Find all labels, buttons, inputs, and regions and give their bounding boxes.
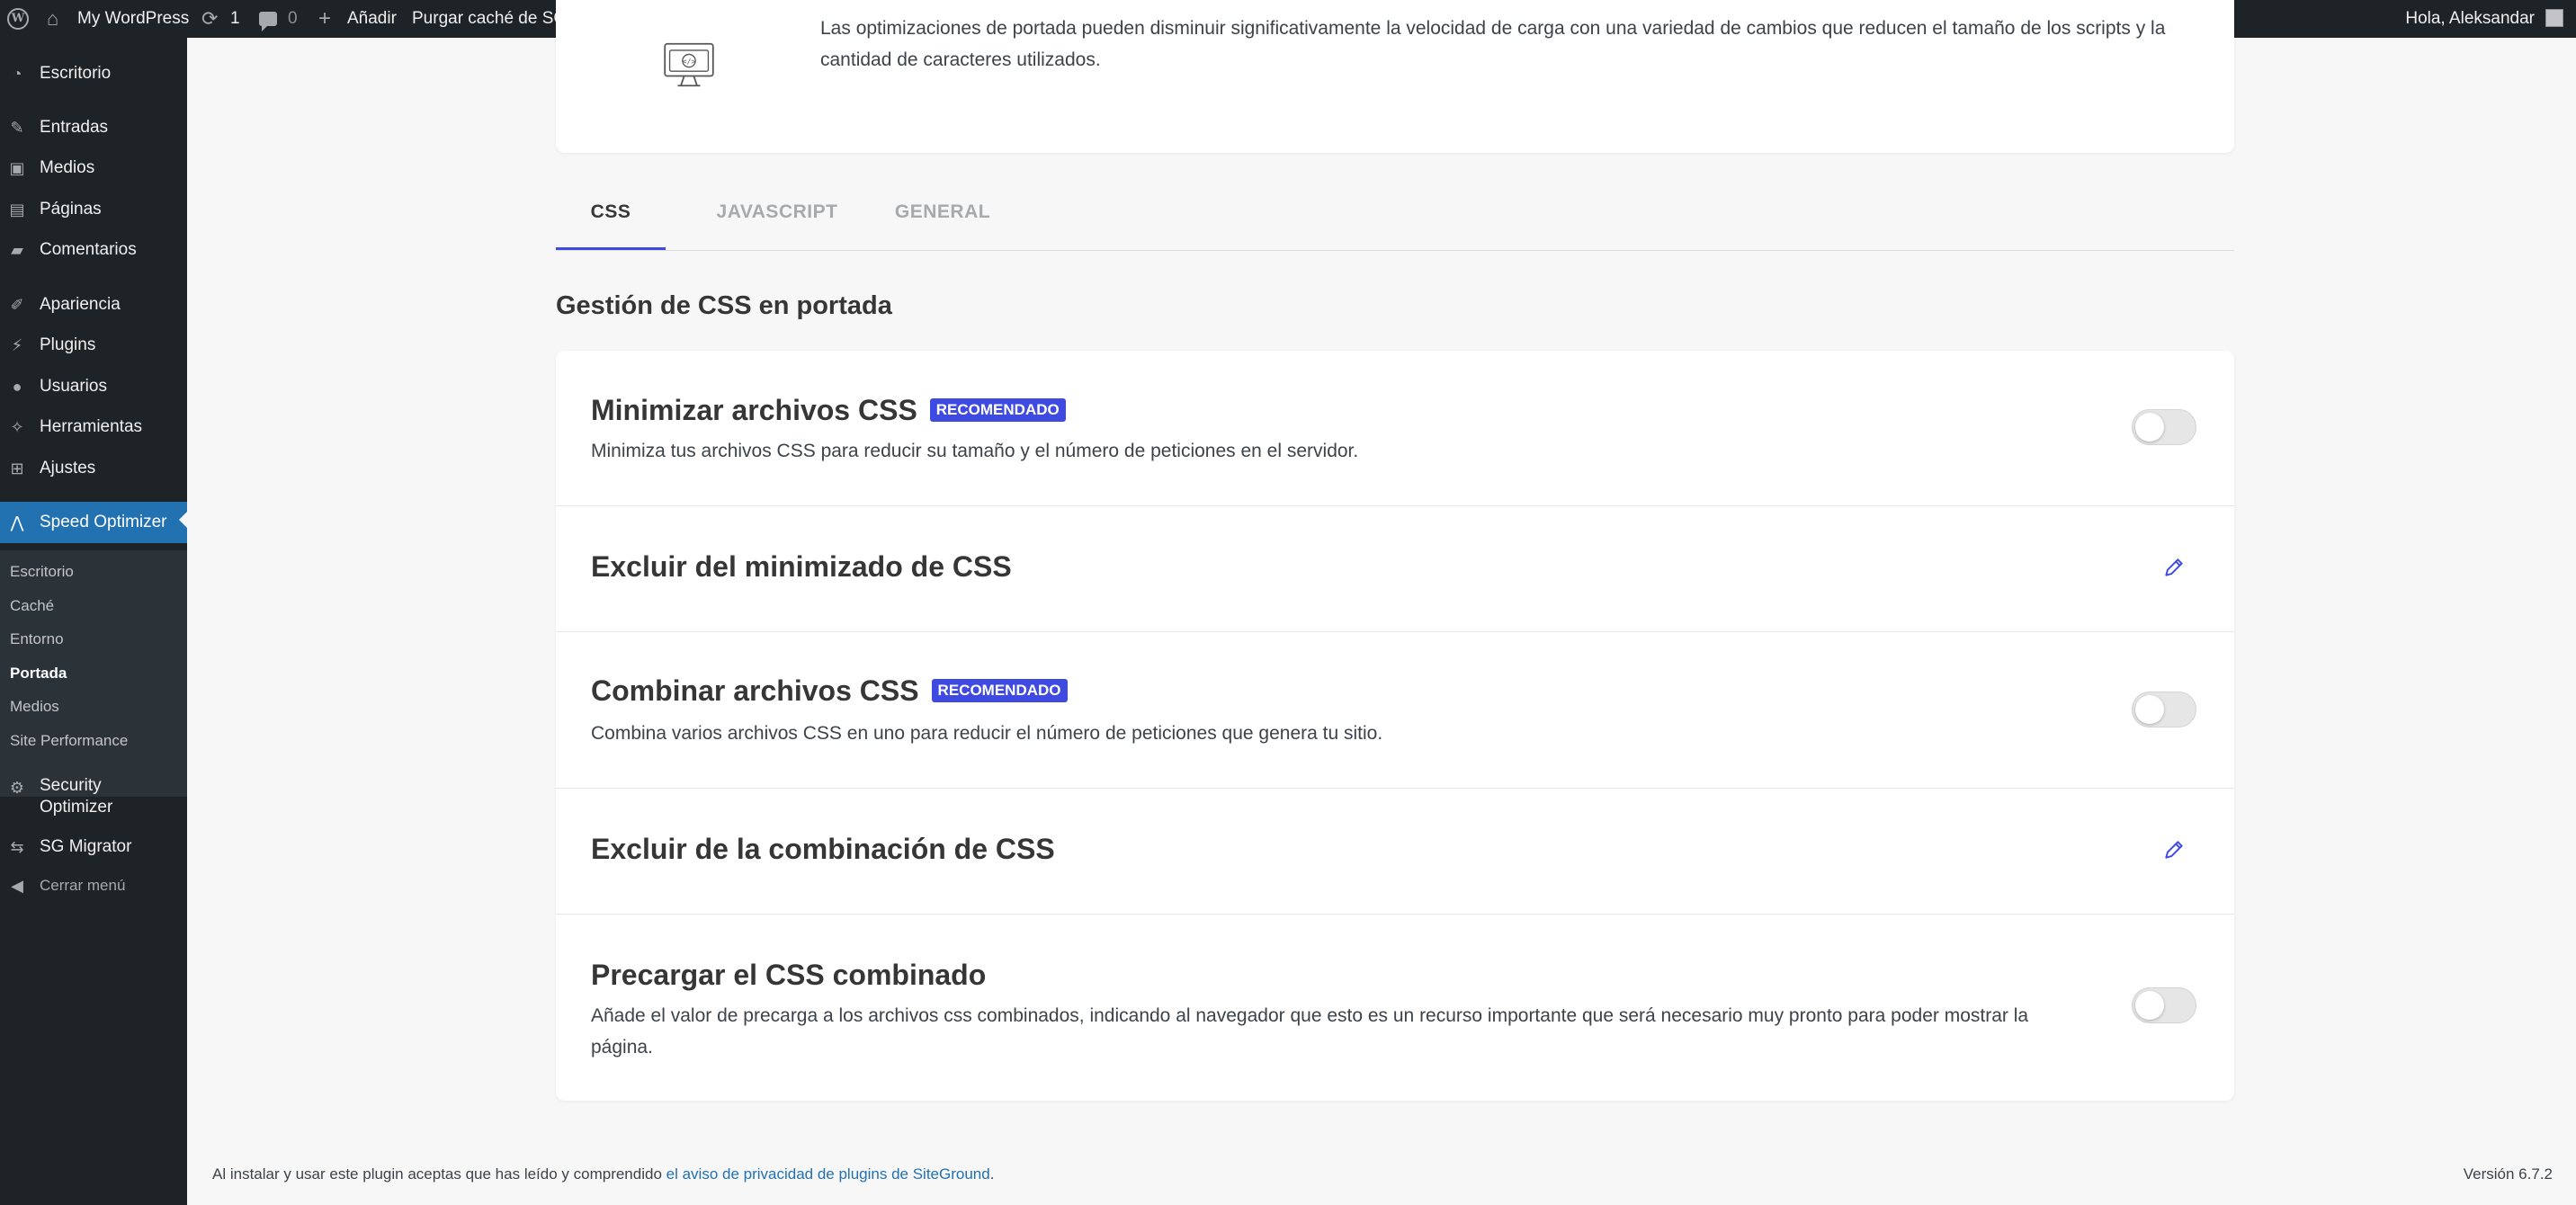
speed-optimizer-icon: ⋀ xyxy=(10,513,24,531)
setting-description: Añade el valor de precarga a los archivo… xyxy=(591,1005,2029,1058)
sidebar-item-usuarios[interactable]: ● Usuarios xyxy=(0,369,187,405)
sidebar-item-apariencia[interactable]: ✐ Apariencia xyxy=(0,287,187,323)
home-icon[interactable]: ⌂ xyxy=(47,0,58,38)
recommended-badge: RECOMENDADO xyxy=(931,678,1068,702)
version-label: Versión 6.7.2 xyxy=(2463,1165,2553,1183)
plus-icon[interactable]: + xyxy=(318,0,331,38)
section-title: Gestión de CSS en portada xyxy=(556,291,892,320)
setting-description: Minimiza tus archivos CSS para reducir s… xyxy=(591,441,1359,461)
combine-css-toggle[interactable] xyxy=(2132,692,2196,727)
dashboard-icon: ◔ xyxy=(12,65,22,83)
footer-text: Al instalar y usar este plugin aceptas q… xyxy=(212,1165,994,1183)
comments-icon[interactable] xyxy=(259,12,277,31)
sidebar-collapse-menu[interactable]: ◀ Cerrar menú xyxy=(0,868,187,904)
setting-row-exclude-minify: Excluir del minimizado de CSS xyxy=(556,505,2234,632)
submenu-item-site-performance[interactable]: Site Performance xyxy=(10,727,128,755)
tab-bar: CSS JAVASCRIPT GENERAL xyxy=(556,183,2234,251)
pencil-icon[interactable] xyxy=(2162,556,2186,579)
settings-icon: ⊞ xyxy=(10,460,24,478)
setting-title: Precargar el CSS combinado xyxy=(591,959,987,991)
setting-row-exclude-combine: Excluir de la combinación de CSS xyxy=(556,788,2234,915)
sidebar-item-comentarios[interactable]: ▰ Comentarios xyxy=(0,232,187,268)
setting-row-combine-css: Combinar archivos CSS RECOMENDADO Combina… xyxy=(556,631,2234,789)
pencil-icon[interactable] xyxy=(2162,838,2186,861)
speed-optimizer-submenu: Escritorio Caché Entorno Portada Medios … xyxy=(0,550,187,797)
new-content-link[interactable]: Añadir xyxy=(347,0,397,38)
pin-icon: ✎ xyxy=(10,119,24,137)
recommended-badge: RECOMENDADO xyxy=(929,397,1066,422)
sidebar-item-speed-optimizer[interactable]: ⋀ Speed Optimizer xyxy=(0,502,187,543)
sidebar-item-label: SG Migrator xyxy=(40,837,132,856)
plugin-icon: ⚡ xyxy=(11,336,23,354)
brush-icon: ✐ xyxy=(10,296,24,314)
setting-title: Excluir de la combinación de CSS xyxy=(591,833,1055,865)
sidebar-item-security-optimizer[interactable]: ⚙ Security Optimizer xyxy=(0,770,187,820)
sidebar-item-label: Páginas xyxy=(40,200,102,219)
user-icon: ● xyxy=(12,378,22,396)
minify-css-toggle[interactable] xyxy=(2132,409,2196,445)
sidebar-item-label: Comentarios xyxy=(40,240,137,259)
sidebar-item-label: Medios xyxy=(40,158,95,177)
site-name-link[interactable]: My WordPress xyxy=(77,0,189,38)
intro-description: Las optimizaciones de portada pueden dis… xyxy=(820,18,2166,70)
migrator-icon: ⇆ xyxy=(10,838,24,856)
purge-cache-link[interactable]: Purgar caché de SG xyxy=(412,0,567,38)
code-monitor-icon: </> xyxy=(664,42,714,87)
setting-title: Combinar archivos CSS RECOMENDADO xyxy=(591,674,1068,708)
submenu-item-escritorio[interactable]: Escritorio xyxy=(10,558,74,586)
css-settings-card: Minimizar archivos CSS RECOMENDADO Minimi… xyxy=(556,351,2234,1101)
sidebar-item-sg-migrator[interactable]: ⇆ SG Migrator xyxy=(0,829,187,865)
tab-css[interactable]: CSS xyxy=(556,183,666,250)
sidebar-item-escritorio[interactable]: ◔ Escritorio xyxy=(0,56,187,92)
sidebar-item-label: Plugins xyxy=(40,335,96,354)
sidebar-item-ajustes[interactable]: ⊞ Ajustes xyxy=(0,451,187,486)
updates-icon[interactable]: ⟳ xyxy=(201,0,218,38)
wrench-icon: ✧ xyxy=(10,418,24,436)
sidebar-item-herramientas[interactable]: ✧ Herramientas xyxy=(0,409,187,445)
submenu-item-medios[interactable]: Medios xyxy=(10,692,59,721)
comments-count[interactable]: 0 xyxy=(288,0,298,38)
setting-title: Excluir del minimizado de CSS xyxy=(591,550,1012,583)
security-icon: ⚙ xyxy=(9,779,25,797)
sidebar-item-paginas[interactable]: ▤ Páginas xyxy=(0,192,187,228)
setting-description: Combina varios archivos CSS en uno para … xyxy=(591,723,1383,744)
svg-text:</>: </> xyxy=(683,58,696,66)
footer-notice: Al instalar y usar este plugin aceptas q… xyxy=(212,1165,666,1183)
comment-icon: ▰ xyxy=(11,241,23,259)
preload-css-toggle[interactable] xyxy=(2132,987,2196,1023)
sidebar-item-label: Security Optimizer xyxy=(40,776,113,817)
sidebar-item-label: Speed Optimizer xyxy=(40,513,167,531)
account-greeting[interactable]: Hola, Aleksandar xyxy=(2405,0,2535,38)
sidebar-item-label: Usuarios xyxy=(40,377,107,396)
setting-row-minify-css: Minimizar archivos CSS RECOMENDADO Minimi… xyxy=(556,351,2234,506)
sidebar-item-label: Cerrar menú xyxy=(40,877,126,894)
submenu-item-cache[interactable]: Caché xyxy=(10,592,54,620)
setting-title: Minimizar archivos CSS RECOMENDADO xyxy=(591,394,1066,427)
sidebar-item-label: Herramientas xyxy=(40,417,143,436)
privacy-notice-link[interactable]: el aviso de privacidad de plugins de Sit… xyxy=(666,1165,990,1183)
sidebar-item-plugins[interactable]: ⚡ Plugins xyxy=(0,327,187,363)
admin-sidebar: ◔ Escritorio ✎ Entradas ▣ Medios ▤ Págin… xyxy=(0,38,187,1205)
updates-count[interactable]: 1 xyxy=(230,0,240,38)
page-icon: ▤ xyxy=(9,201,25,219)
sidebar-item-medios[interactable]: ▣ Medios xyxy=(0,150,187,186)
wordpress-logo-icon[interactable]: W xyxy=(7,8,29,30)
intro-card: </> Las optimizaciones de portada pueden… xyxy=(556,0,2234,153)
tab-general[interactable]: GENERAL xyxy=(880,183,1006,250)
submenu-item-portada[interactable]: Portada xyxy=(10,659,67,688)
sidebar-item-label: Apariencia xyxy=(40,295,121,314)
footer-period: . xyxy=(989,1165,995,1183)
sidebar-item-label: Entradas xyxy=(40,118,109,137)
sidebar-item-label: Escritorio xyxy=(40,64,112,83)
sidebar-item-label: Ajustes xyxy=(40,459,96,478)
tab-javascript[interactable]: JAVASCRIPT xyxy=(700,183,854,250)
media-icon: ▣ xyxy=(9,159,25,177)
submenu-item-entorno[interactable]: Entorno xyxy=(10,625,64,654)
avatar[interactable] xyxy=(2545,9,2563,27)
collapse-icon: ◀ xyxy=(11,877,23,895)
setting-row-preload-css: Precargar el CSS combinado Añade el valo… xyxy=(556,914,2234,1101)
sidebar-item-entradas[interactable]: ✎ Entradas xyxy=(0,110,187,146)
